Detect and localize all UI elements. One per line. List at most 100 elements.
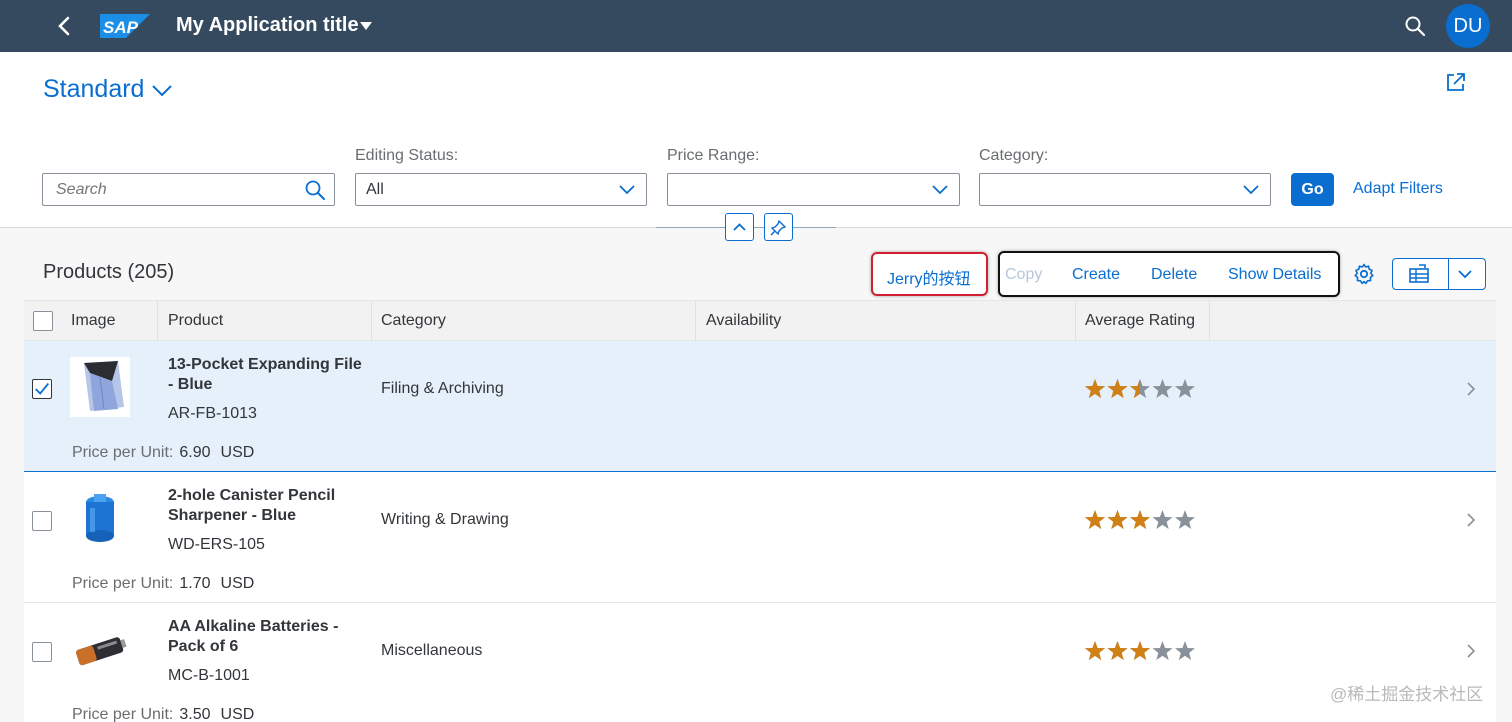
adapt-filters-link[interactable]: Adapt Filters	[1353, 180, 1443, 198]
create-button[interactable]: Create	[1072, 266, 1120, 284]
column-separator	[1075, 301, 1076, 341]
chevron-right-icon[interactable]	[1466, 643, 1476, 659]
chevron-up-icon	[733, 223, 746, 231]
table-row[interactable]: 2-hole Canister Pencil Sharpener - Blue …	[24, 472, 1496, 603]
user-avatar[interactable]: DU	[1446, 4, 1490, 48]
copy-button[interactable]: Copy	[1005, 266, 1042, 284]
pin-icon	[770, 219, 787, 236]
table-row[interactable]: 13-Pocket Expanding File - Blue AR-FB-10…	[24, 341, 1496, 472]
product-category: Filing & Archiving	[381, 380, 504, 397]
price-value: 1.70	[179, 575, 211, 592]
export-separator	[1448, 259, 1449, 289]
star-filled-icon	[1107, 379, 1128, 398]
column-header-average-rating[interactable]: Average Rating	[1085, 312, 1195, 330]
column-header-image[interactable]: Image	[71, 312, 115, 330]
row-checkbox[interactable]	[32, 642, 52, 662]
column-header-product[interactable]: Product	[168, 312, 223, 330]
watermark: @稀土掘金技术社区	[1330, 685, 1484, 704]
price-per-unit: Price per Unit: 3.50 USD	[72, 706, 254, 722]
chevron-down-icon	[932, 185, 948, 195]
column-separator	[371, 301, 372, 341]
column-separator	[1209, 301, 1210, 341]
select-all-checkbox[interactable]	[33, 311, 53, 331]
row-checkbox[interactable]	[32, 379, 52, 399]
product-id: MC-B-1001	[168, 667, 250, 684]
checkmark-icon	[35, 383, 49, 395]
chevron-down-icon	[1243, 185, 1259, 195]
star-filled-icon	[1107, 510, 1128, 529]
product-name: 2-hole Canister Pencil Sharpener - Blue	[168, 487, 336, 524]
jerry-button-label: Jerry的按钮	[887, 271, 971, 288]
search-icon[interactable]	[304, 179, 326, 201]
price-label: Price per Unit:	[72, 444, 174, 461]
star-icon	[1175, 641, 1195, 660]
star-filled-icon	[1130, 510, 1150, 529]
product-name: AA Alkaline Batteries - Pack of 6	[168, 618, 339, 655]
price-value: 3.50	[179, 706, 211, 722]
price-range-label: Price Range:	[667, 147, 760, 164]
category-select[interactable]	[979, 173, 1271, 206]
star-icon	[1152, 510, 1173, 529]
editing-status-value: All	[366, 181, 384, 198]
rating-stars	[1085, 510, 1195, 529]
export-menu-button[interactable]	[1392, 258, 1486, 290]
product-name: 13-Pocket Expanding File - Blue	[168, 356, 362, 393]
shell-bar: SAP My Application title DU	[0, 0, 1512, 52]
jerry-custom-button[interactable]: Jerry的按钮	[871, 252, 988, 296]
app-title[interactable]: My Application title	[176, 14, 359, 37]
product-image-batteries	[70, 619, 130, 679]
chevron-down-icon[interactable]	[1457, 268, 1473, 280]
share-icon[interactable]	[1444, 70, 1468, 94]
rating-stars	[1085, 379, 1195, 398]
title-caret-icon[interactable]	[359, 20, 373, 32]
table-row[interactable]: AA Alkaline Batteries - Pack of 6 MC-B-1…	[24, 603, 1496, 722]
product-image-pencil-sharpener	[70, 488, 130, 548]
price-currency: USD	[220, 444, 255, 461]
table-title: Products (205)	[43, 261, 175, 283]
star-filled-icon	[1130, 641, 1150, 660]
export-spreadsheet-icon[interactable]	[1408, 264, 1430, 284]
star-filled-icon	[1085, 510, 1105, 529]
sap-logo[interactable]: SAP	[100, 14, 150, 38]
show-details-button[interactable]: Show Details	[1228, 266, 1321, 284]
search-input[interactable]: Search	[42, 173, 335, 206]
price-currency: USD	[220, 706, 255, 722]
product-id: AR-FB-1013	[168, 405, 257, 422]
product-category: Miscellaneous	[381, 642, 483, 659]
star-icon	[1152, 379, 1173, 398]
delete-button[interactable]: Delete	[1151, 266, 1197, 284]
variant-chevron-down-icon[interactable]	[150, 80, 174, 100]
column-header-availability[interactable]: Availability	[706, 312, 781, 330]
price-value: 6.90	[179, 444, 211, 461]
chevron-right-icon[interactable]	[1466, 512, 1476, 528]
star-filled-icon	[1085, 379, 1105, 398]
price-label: Price per Unit:	[72, 575, 174, 592]
star-icon	[1175, 510, 1195, 529]
back-icon[interactable]	[50, 12, 78, 40]
category-label: Category:	[979, 147, 1049, 164]
toolbar-action-group: Copy Create Delete Show Details	[998, 251, 1340, 297]
column-header-category[interactable]: Category	[381, 312, 446, 330]
pin-header-button[interactable]	[764, 213, 793, 241]
variant-title[interactable]: Standard	[43, 75, 144, 104]
product-category: Writing & Drawing	[381, 511, 509, 528]
gear-icon[interactable]	[1352, 262, 1376, 286]
product-image-file-folder	[70, 357, 130, 417]
price-per-unit: Price per Unit: 1.70 USD	[72, 575, 254, 593]
star-filled-icon	[1107, 641, 1128, 660]
row-checkbox[interactable]	[32, 511, 52, 531]
product-id: WD-ERS-105	[168, 536, 265, 553]
chevron-down-icon	[619, 185, 635, 195]
search-placeholder: Search	[56, 181, 107, 198]
column-separator	[695, 301, 696, 341]
search-icon[interactable]	[1403, 14, 1427, 38]
go-button[interactable]: Go	[1291, 173, 1334, 206]
price-label: Price per Unit:	[72, 706, 174, 722]
star-icon	[1152, 641, 1173, 660]
chevron-right-icon[interactable]	[1466, 381, 1476, 397]
star-icon	[1175, 379, 1195, 398]
editing-status-select[interactable]: All	[355, 173, 647, 206]
star-filled-icon	[1085, 641, 1105, 660]
price-range-select[interactable]	[667, 173, 960, 206]
collapse-header-button[interactable]	[725, 213, 754, 241]
